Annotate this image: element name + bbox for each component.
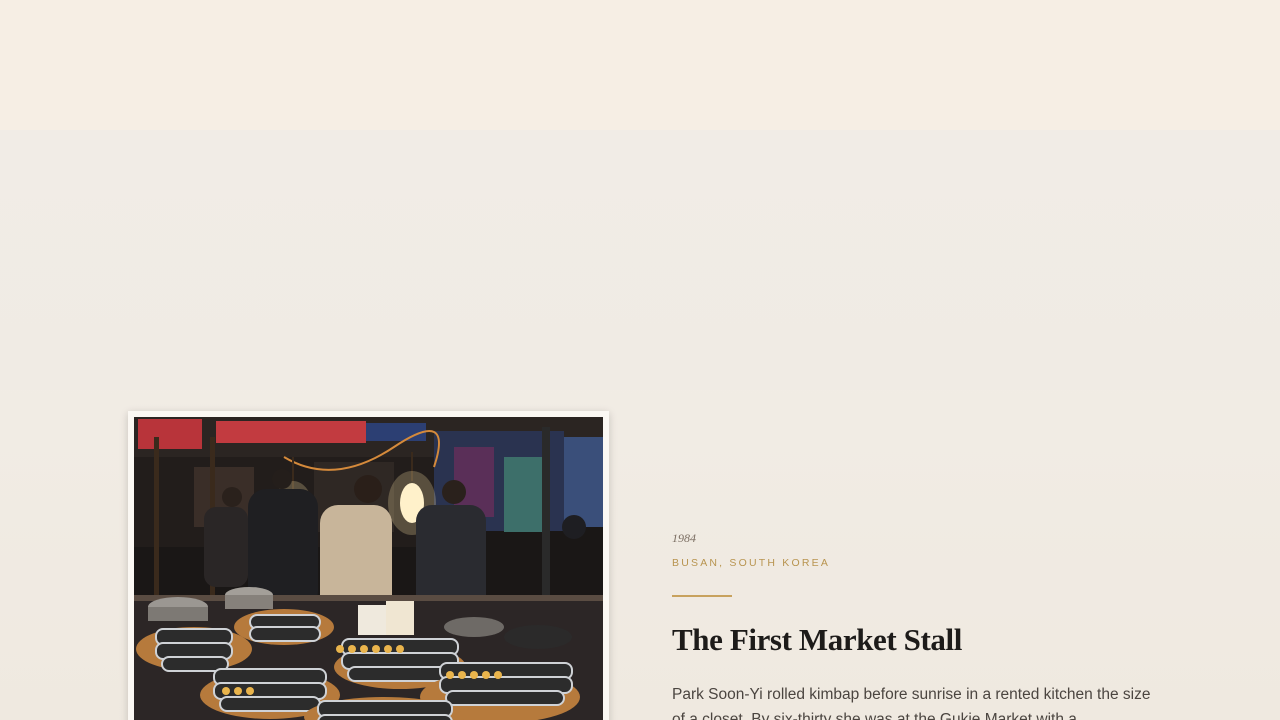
story-year: 1984 xyxy=(672,531,696,545)
story-location: BUSAN, SOUTH KOREA xyxy=(672,557,831,569)
header-band xyxy=(0,0,1280,130)
story-title: The First Market Stall xyxy=(672,622,962,657)
accent-divider xyxy=(672,595,732,597)
hero-band xyxy=(0,130,1280,390)
story-body: Park Soon-Yi rolled kimbap before sunris… xyxy=(672,686,1151,720)
market-stall-photo xyxy=(134,417,603,720)
story-photo-frame xyxy=(128,411,609,720)
